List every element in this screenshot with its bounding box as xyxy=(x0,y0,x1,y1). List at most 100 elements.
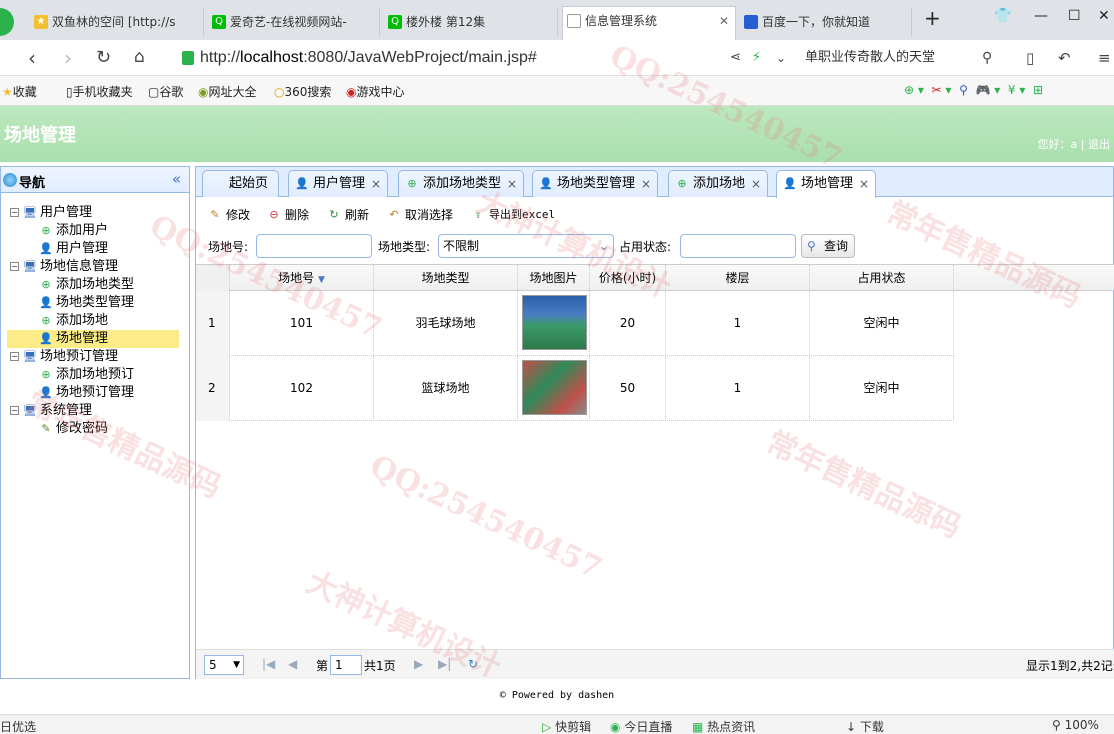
browser-tab-2[interactable]: Q 爱奇艺-在线视频网站- xyxy=(208,8,380,36)
close-icon[interactable]: × xyxy=(751,171,761,197)
page-size-select[interactable]: 5 ▼ xyxy=(204,655,244,675)
collapse-icon[interactable]: « xyxy=(172,170,181,188)
tab-add-venue[interactable]: ⊕ 添加场地 × xyxy=(668,170,769,197)
lightning-icon[interactable]: ⚡ xyxy=(752,50,761,65)
status-item-news[interactable]: ▦ 热点资讯 xyxy=(692,718,755,734)
export-excel-button[interactable]: ⇪ 导出到excel xyxy=(471,205,555,225)
basketball-court-image xyxy=(522,360,587,415)
tablet-icon[interactable]: ▯ xyxy=(1026,49,1034,67)
browser-tab-5[interactable]: 🐾 百度一下，你就知道 xyxy=(740,8,912,36)
occupy-status-input[interactable] xyxy=(680,234,796,258)
url-field[interactable]: http://localhost:8080/JavaWebProject/mai… xyxy=(180,47,740,69)
next-page-icon[interactable]: ▶ xyxy=(414,657,423,671)
zoom-level[interactable]: ⚲ 100% xyxy=(1052,718,1099,732)
column-header-venue-image[interactable]: 场地图片 xyxy=(518,265,590,291)
page-number-input[interactable]: 1 xyxy=(330,655,362,675)
browser-tab-strip: ★ 双鱼林的空间 [http://s Q 爱奇艺-在线视频网站- Q 楼外楼 第12集… xyxy=(0,0,1114,40)
bookmark-games[interactable]: ◉游戏中心 xyxy=(346,83,405,100)
tree-item-booking-manage[interactable]: 👤 场地预订管理 xyxy=(1,384,189,402)
tree-item-add-booking[interactable]: ⊕ 添加场地预订 xyxy=(1,366,189,384)
tree-item-add-venue[interactable]: ⊕ 添加场地 xyxy=(1,312,189,330)
tree-item-user-manage[interactable]: 👤 用户管理 xyxy=(1,240,189,258)
undo-icon[interactable]: ↶ xyxy=(1058,49,1071,67)
home-icon[interactable]: ⌂ xyxy=(134,47,145,67)
close-icon[interactable]: × xyxy=(641,171,651,197)
bookmark-mobile[interactable]: ▯手机收藏夹 xyxy=(66,83,133,100)
last-page-icon[interactable]: ▶| xyxy=(438,657,451,671)
reload-icon[interactable]: ↻ xyxy=(96,47,111,68)
browser-tab-3[interactable]: Q 楼外楼 第12集 xyxy=(384,8,558,36)
browser-tab-1[interactable]: ★ 双鱼林的空间 [http://s xyxy=(30,8,204,36)
first-page-icon[interactable]: |◀ xyxy=(262,657,275,671)
tree-group-user[interactable]: − 🖥 用户管理 xyxy=(1,204,189,222)
query-button[interactable]: ⚲ 查询 xyxy=(801,234,855,258)
pager-refresh-icon[interactable]: ↻ xyxy=(468,657,478,671)
share-icon[interactable]: ⋖ xyxy=(730,50,741,65)
bookmark-favorites[interactable]: ★收藏 xyxy=(2,83,37,100)
status-item-live[interactable]: ◉ 今日直播 xyxy=(610,718,672,734)
ext-icons[interactable]: ⊕ ▾ ✂ ▾ ⚲ 🎮 ▾ ¥ ▾ ⊞ xyxy=(904,83,1043,97)
nav-tree: − 🖥 用户管理 ⊕ 添加用户 👤 用户管理 − 🖥 场地信息管理 ⊕ 添加场地类型 👤 场地类… xyxy=(1,193,189,673)
collapse-toggle-icon[interactable]: − xyxy=(10,262,19,271)
tree-item-add-venue-type[interactable]: ⊕ 添加场地类型 xyxy=(1,276,189,294)
bookmark-360[interactable]: ○360搜索 xyxy=(274,83,331,100)
nav-panel-header: 导航 « xyxy=(1,167,189,193)
table-row[interactable]: 2 102 篮球场地 50 1 空闲中 xyxy=(196,356,954,421)
tab-user-manage[interactable]: 👤 用户管理 × xyxy=(288,170,389,197)
column-header-status[interactable]: 占用状态 xyxy=(810,265,954,291)
collapse-toggle-icon[interactable]: − xyxy=(10,208,19,217)
page-prefix: 第 xyxy=(316,659,329,673)
back-icon[interactable]: ‹ xyxy=(28,46,36,70)
search-icon[interactable]: ⚲ xyxy=(982,50,992,66)
column-header-floor[interactable]: 楼层 xyxy=(666,265,810,291)
tree-item-venue-type-manage[interactable]: 👤 场地类型管理 xyxy=(1,294,189,312)
user-greeting[interactable]: 您好：a | 退出 xyxy=(1038,136,1110,152)
minimize-button[interactable]: — xyxy=(1034,8,1048,24)
tree-item-add-user[interactable]: ⊕ 添加用户 xyxy=(1,222,189,240)
bookmark-sites[interactable]: ◉网址大全 xyxy=(198,83,257,100)
unselect-button[interactable]: ↶ 取消选择 xyxy=(387,205,453,225)
column-header-price[interactable]: 价格(小时) xyxy=(590,265,666,291)
search-input[interactable]: 单职业传奇散人的天堂 xyxy=(805,47,1005,69)
status-item-download[interactable]: ↓ 下载 xyxy=(846,718,884,734)
edit-button[interactable]: ✎ 修改 xyxy=(208,205,250,225)
table-row[interactable]: 1 101 羽毛球场地 20 1 空闲中 xyxy=(196,291,954,356)
bookmark-google[interactable]: ▢谷歌 xyxy=(148,83,183,100)
prev-page-icon[interactable]: ◀ xyxy=(288,657,297,671)
new-tab-button[interactable]: + xyxy=(924,6,941,30)
column-header-venue-no[interactable]: 场地号 ▼ xyxy=(230,265,374,291)
delete-button[interactable]: ⊖ 删除 xyxy=(267,205,309,225)
tree-group-booking[interactable]: − 🖥 场地预订管理 xyxy=(1,348,189,366)
close-window-button[interactable]: ✕ xyxy=(1098,8,1110,24)
tree-item-venue-manage[interactable]: 👤 场地管理 xyxy=(1,330,189,348)
refresh-button[interactable]: ↻ 刷新 xyxy=(327,205,369,225)
skin-icon[interactable]: 👕 xyxy=(994,8,1011,24)
add-icon: ⊕ xyxy=(407,177,417,190)
user-icon: 👤 xyxy=(39,242,53,255)
tree-item-change-password[interactable]: ✎ 修改密码 xyxy=(1,420,189,438)
close-icon[interactable]: ✕ xyxy=(719,7,729,35)
collapse-toggle-icon[interactable]: − xyxy=(10,352,19,361)
menu-icon[interactable]: ≡ xyxy=(1098,49,1111,67)
forward-icon[interactable]: › xyxy=(64,46,72,70)
tab-venue-manage[interactable]: 👤 场地管理 × xyxy=(776,170,877,198)
venue-no-input[interactable] xyxy=(256,234,372,258)
maximize-button[interactable]: ☐ xyxy=(1068,8,1081,24)
tree-group-venue-info[interactable]: − 🖥 场地信息管理 xyxy=(1,258,189,276)
chevron-down-icon[interactable]: ⌄ xyxy=(776,51,786,65)
tree-group-system[interactable]: − 🖥 系统管理 xyxy=(1,402,189,420)
collapse-toggle-icon[interactable]: − xyxy=(10,406,19,415)
close-icon[interactable]: × xyxy=(859,171,869,197)
tab-add-venue-type[interactable]: ⊕ 添加场地类型 × xyxy=(398,170,525,197)
grid-toolbar: ✎ 修改 ⊖ 删除 ↻ 刷新 ↶ 取消选择 ⇪ 导出到excel xyxy=(196,203,1113,227)
close-icon[interactable]: × xyxy=(371,171,381,197)
tab-home[interactable]: 起始页 xyxy=(202,170,280,197)
close-icon[interactable]: × xyxy=(507,171,517,197)
tab-venue-type-manage[interactable]: 👤 场地类型管理 × xyxy=(532,170,659,197)
venue-type-select[interactable]: 不限制 ⌄ xyxy=(438,234,614,258)
status-item-clip[interactable]: ▷ 快剪辑 xyxy=(542,718,591,734)
bookmarks-bar: ★收藏 ▯手机收藏夹 ▢谷歌 ◉网址大全 ○360搜索 ◉游戏中心 ⊕ ▾ ✂ … xyxy=(0,76,1114,106)
column-header-venue-type[interactable]: 场地类型 xyxy=(374,265,518,291)
browser-tab-4[interactable]: 信息管理系统 ✕ xyxy=(562,6,736,40)
status-item-youxuan[interactable]: 日优选 xyxy=(0,718,36,734)
